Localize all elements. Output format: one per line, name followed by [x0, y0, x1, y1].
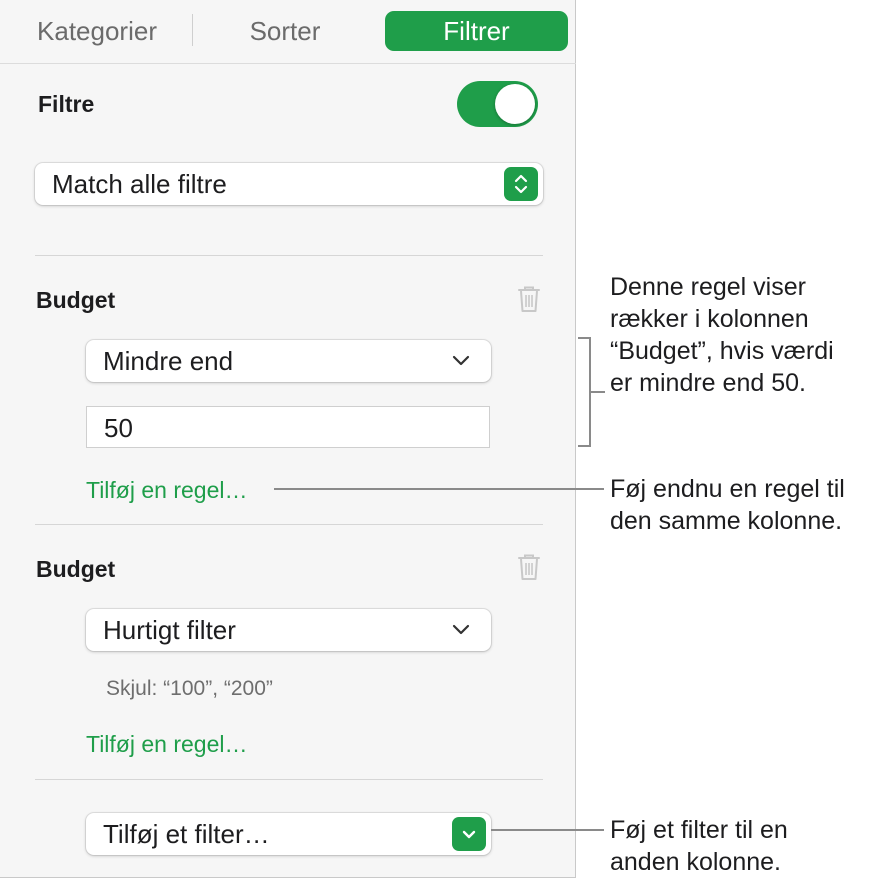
condition-popup-2[interactable]: Hurtigt filter: [86, 609, 491, 651]
trash-icon[interactable]: [517, 285, 541, 318]
condition-popup-1[interactable]: Mindre end: [86, 340, 491, 382]
callout-bracket-bottom: [578, 445, 590, 447]
callout-line: er mindre end 50.: [610, 369, 806, 397]
add-filter-label: Tilføj et filter…: [103, 818, 270, 849]
rule-group-2-column: Budget: [36, 556, 116, 582]
callout-add-filter: Føj et filter til en anden kolonne.: [610, 814, 788, 878]
chevron-down-icon: [452, 624, 470, 635]
toggle-knob: [495, 84, 535, 124]
callout-line: Denne regel viser: [610, 273, 806, 301]
add-filter-popup[interactable]: Tilføj et filter…: [86, 813, 491, 855]
callout-rule-description: Denne regel viser rækker i kolonnen “Bud…: [610, 271, 834, 399]
add-rule-link-1[interactable]: Tilføj en regel…: [86, 477, 247, 504]
filters-toggle[interactable]: [457, 81, 538, 127]
trash-icon[interactable]: [517, 553, 541, 586]
filters-title: Filtre: [38, 91, 95, 117]
match-mode-popup[interactable]: Match alle filtre: [35, 163, 543, 205]
section-divider: [35, 779, 543, 780]
rule-group-1-column: Budget: [36, 287, 116, 313]
condition-label-2: Hurtigt filter: [103, 614, 236, 645]
condition-label-1: Mindre end: [103, 345, 234, 376]
section-divider: [35, 524, 543, 525]
filter-panel: Kategorier Sorter Filtrer Filtre Match a…: [0, 0, 576, 878]
hidden-values-note: Skjul: “100”, “200”: [106, 677, 273, 700]
tab-filtrer[interactable]: Filtrer: [385, 11, 568, 51]
callout-line: den samme kolonne.: [610, 507, 843, 535]
rule-value-field[interactable]: 50: [86, 406, 490, 448]
callout-bracket-top: [578, 337, 590, 339]
tab-divider: [192, 14, 193, 46]
callout-line-add-rule: [274, 488, 604, 490]
tab-kategorier[interactable]: Kategorier: [18, 11, 176, 51]
callout-line-add-filter: [491, 829, 604, 831]
callout-bracket-tick: [590, 391, 605, 393]
callout-line: Føj endnu en regel til: [610, 475, 845, 503]
section-divider: [35, 255, 543, 256]
tabs-divider: [0, 63, 576, 64]
chevron-down-icon: [452, 817, 486, 851]
callout-line: Føj et filter til en: [610, 816, 788, 844]
callout-add-rule: Føj endnu en regel til den samme kolonne…: [610, 473, 845, 537]
add-rule-link-2[interactable]: Tilføj en regel…: [86, 731, 247, 758]
callout-line: “Budget”, hvis værdi: [610, 337, 834, 365]
match-mode-label: Match alle filtre: [52, 168, 227, 199]
stepper-icon: [504, 167, 538, 201]
callout-line: rækker i kolonnen: [610, 305, 809, 333]
callout-line: anden kolonne.: [610, 848, 781, 876]
tab-sorter[interactable]: Sorter: [205, 11, 365, 51]
chevron-down-icon: [452, 355, 470, 366]
